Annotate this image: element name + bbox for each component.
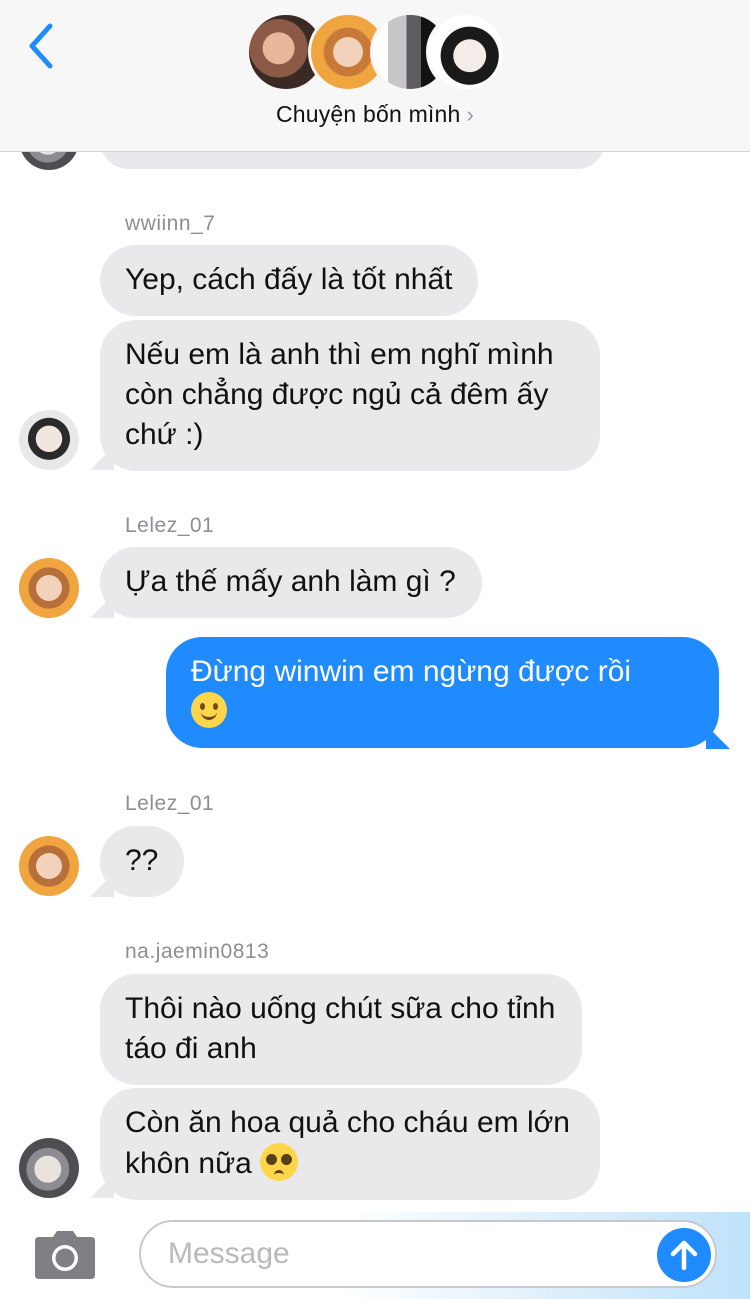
chevron-left-icon <box>29 23 53 69</box>
message-bubble[interactable]: Thôi nào uống chút sữa cho tỉnh táo đi a… <box>100 974 582 1085</box>
send-button[interactable] <box>657 1228 711 1282</box>
sender-name-jaemin: na.jaemin0813 <box>125 940 270 963</box>
chevron-right-icon: › <box>466 102 475 127</box>
camera-button[interactable] <box>33 1229 97 1281</box>
group-title[interactable]: Chuyện bốn mình › <box>0 101 750 128</box>
camera-icon <box>35 1231 95 1279</box>
avatar-wwiinn[interactable] <box>19 410 79 470</box>
message-bubble[interactable]: Yep, cách đấy là tốt nhất <box>100 245 479 316</box>
group-avatars[interactable] <box>246 12 508 94</box>
avatar-lelez[interactable] <box>19 836 79 896</box>
arrow-up-icon <box>670 1240 698 1271</box>
message-bubble[interactable]: Nếu em là anh thì em nghĩ mình còn chẳng… <box>100 320 600 471</box>
back-button[interactable] <box>24 22 58 70</box>
message-input[interactable] <box>139 1220 717 1288</box>
message-bubble[interactable]: Ựa thế mấy anh làm gì ? <box>100 547 482 618</box>
message-text: Còn ăn hoa quả cho cháu em lớn khôn nữa <box>125 1106 570 1180</box>
outgoing-message-bubble[interactable]: Đừng winwin em ngừng được rồi <box>166 637 719 748</box>
pleading-face-icon <box>260 1143 299 1181</box>
bubble-tail <box>706 725 730 749</box>
conversation-header: Chuyện bốn mình › <box>0 0 750 152</box>
sender-name-lelez: Lelez_01 <box>125 514 215 537</box>
sender-name-lelez: Lelez_01 <box>125 792 215 815</box>
avatar-jaemin[interactable] <box>19 1138 79 1198</box>
message-bubble-with-emoji[interactable]: Còn ăn hoa quả cho cháu em lớn khôn nữa <box>100 1088 600 1200</box>
group-member-avatar <box>426 12 506 92</box>
avatar-lelez[interactable] <box>19 558 79 618</box>
compose-bar <box>0 1212 750 1299</box>
message-thread[interactable]: wwiinn_7 Yep, cách đấy là tốt nhất Nếu e… <box>0 0 750 1212</box>
group-name: Chuyện bốn mình <box>275 101 461 127</box>
sender-name-wwiinn: wwiinn_7 <box>125 212 216 235</box>
outgoing-message-text: Đừng winwin em ngừng được rồi <box>191 655 632 688</box>
bubble-tail <box>90 446 114 470</box>
slightly-smiling-face-icon <box>191 692 227 728</box>
